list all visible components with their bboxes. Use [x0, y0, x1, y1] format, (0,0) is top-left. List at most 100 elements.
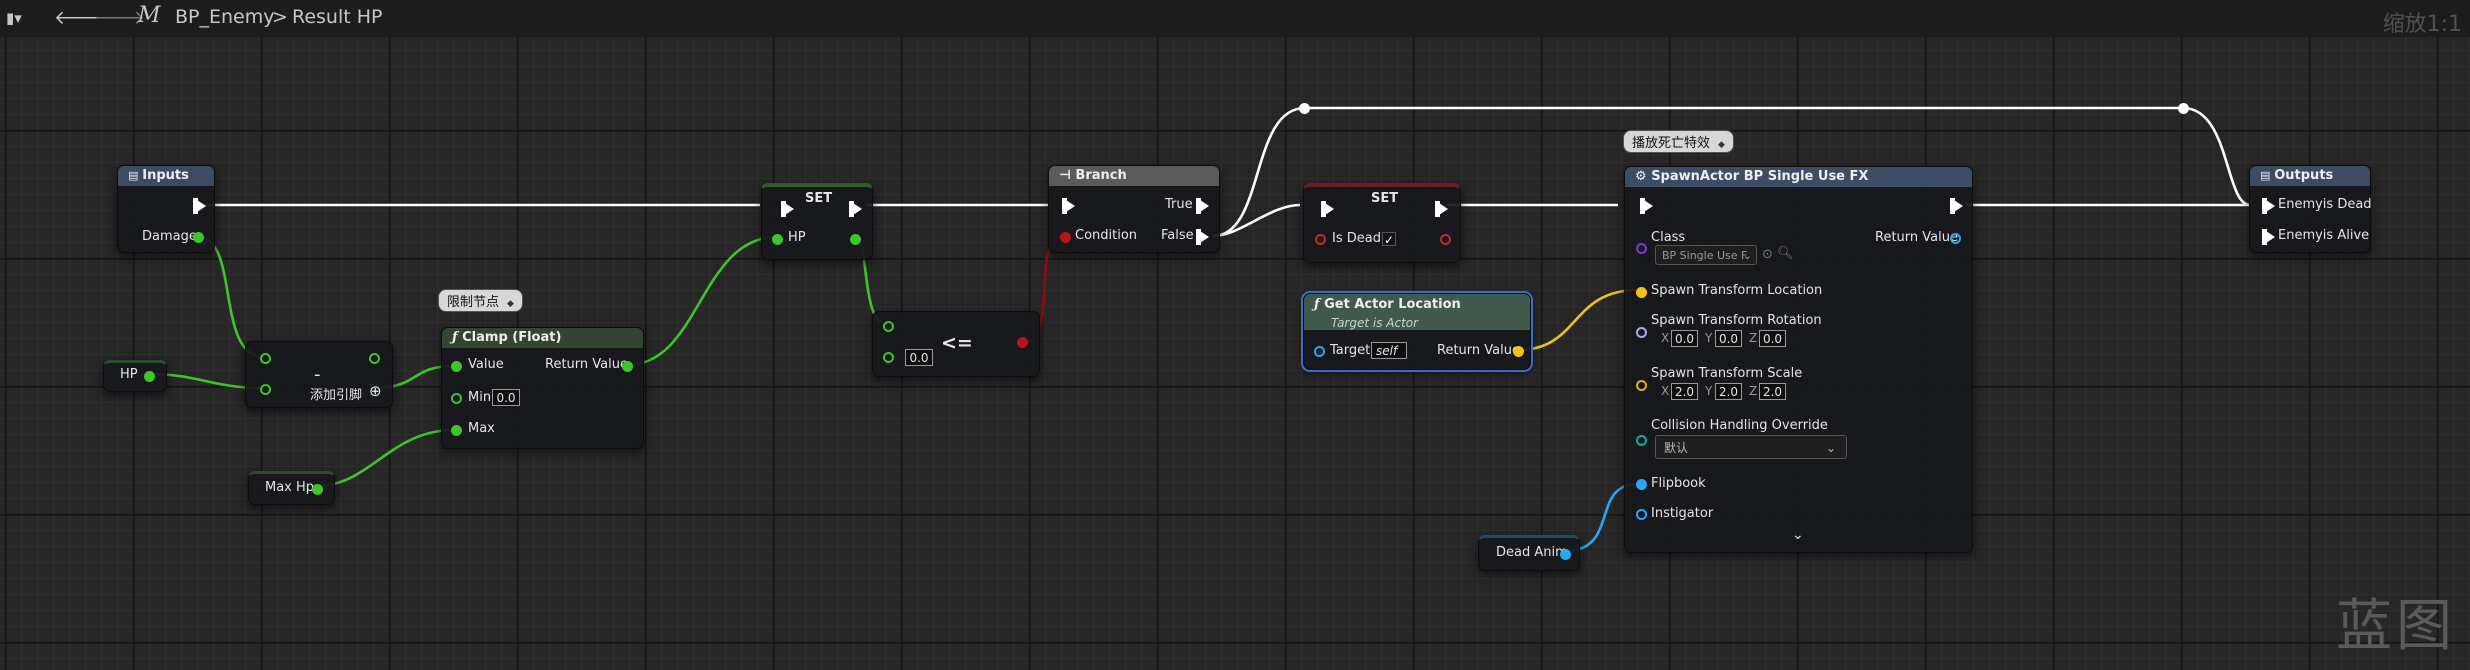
subtract-node[interactable]: - 添加引脚 ⊕ [245, 341, 393, 408]
subtract-input-a-pin[interactable] [260, 353, 271, 364]
outputs-node[interactable]: ▤ Outputs Enemyis Dead Enemyis Alive [2249, 165, 2372, 253]
class-label: Class [1651, 230, 1686, 245]
rotation-x-input[interactable]: 0.0 [1671, 330, 1698, 347]
spawn-rotation-label: Spawn Transform Rotation [1651, 313, 1822, 328]
comment-pin-icon[interactable]: ◆ [507, 299, 514, 309]
damage-pin[interactable] [193, 232, 204, 243]
scale-x-axis-label: X [1661, 384, 1670, 398]
exec-in-pin[interactable] [1321, 201, 1334, 217]
clamp-comment-bubble[interactable]: 限制节点 ◆ [438, 289, 523, 312]
target-pin[interactable] [1314, 346, 1325, 357]
reroute-node[interactable] [2178, 103, 2189, 114]
spawn-return-pin[interactable] [1950, 233, 1961, 244]
exec-in-pin[interactable] [1062, 198, 1075, 214]
add-pin-icon[interactable]: ⊕ [369, 382, 382, 400]
compare-input-b-pin[interactable] [883, 352, 894, 363]
spawn-comment-bubble[interactable]: 播放死亡特效 ◆ [1623, 130, 1734, 153]
get-actor-location-subtitle: Target is Actor [1331, 316, 1419, 330]
enemy-alive-label: Enemyis Alive [2278, 228, 2370, 243]
target-self-input[interactable]: self [1371, 342, 1407, 359]
is-dead-checkbox[interactable]: ✓ [1382, 232, 1396, 247]
branch-false-pin[interactable] [1196, 229, 1209, 245]
set-is-dead-node[interactable]: SET Is Dead ✓ [1303, 183, 1461, 263]
inputs-node-title: Inputs [142, 168, 189, 183]
max-hp-variable-node[interactable]: Max Hp [248, 471, 335, 505]
spawn-return-label: Return Value [1875, 230, 1958, 245]
exec-in-pin[interactable] [781, 201, 794, 217]
damage-pin-label: Damage [142, 229, 197, 244]
browse-search-icon[interactable]: 🔍︎ [1777, 246, 1794, 261]
subtract-output-pin[interactable] [369, 353, 380, 364]
scale-z-input[interactable]: 2.0 [1759, 383, 1786, 400]
branch-node[interactable]: ⊣ Branch True Condition False [1048, 165, 1220, 253]
spawn-actor-node[interactable]: ⚙ SpawnActor BP Single Use FX Class BP S… [1624, 166, 1973, 553]
scale-y-axis-label: Y [1705, 384, 1713, 398]
spawn-scale-pin[interactable] [1636, 380, 1647, 391]
comment-pin-icon[interactable]: ◆ [1718, 140, 1725, 150]
exec-out-pin[interactable] [1435, 201, 1448, 217]
scale-x-input[interactable]: 2.0 [1671, 383, 1698, 400]
spawn-location-pin[interactable] [1636, 287, 1647, 298]
scale-y-input[interactable]: 2.0 [1715, 383, 1742, 400]
rotation-y-input[interactable]: 0.0 [1715, 330, 1742, 347]
clamp-min-input[interactable]: 0.0 [492, 389, 520, 406]
get-actor-location-node[interactable]: ƒ Get Actor Location Target is Actor Tar… [1301, 291, 1533, 372]
compare-input-a-pin[interactable] [883, 321, 894, 332]
float-wire [626, 235, 778, 367]
class-dropdown-value: BP Single Use F [1662, 249, 1748, 262]
spawn-actor-header: ⚙ SpawnActor BP Single Use FX [1625, 167, 1972, 187]
exec-in-pin[interactable] [1640, 198, 1653, 214]
hp-variable-pin[interactable] [144, 371, 155, 382]
spawn-location-label: Spawn Transform Location [1651, 283, 1823, 298]
use-selected-icon[interactable]: ⊙ [1762, 247, 1773, 262]
collision-dropdown[interactable]: 默认 ⌄ [1655, 435, 1847, 459]
set-is-dead-title: SET [1371, 191, 1399, 206]
get-location-return-pin[interactable] [1513, 346, 1524, 357]
exec-out-pin[interactable] [849, 201, 862, 217]
dead-anim-pin[interactable] [1560, 549, 1571, 560]
set-hp-output-pin[interactable] [850, 234, 861, 245]
class-pin[interactable] [1636, 243, 1647, 254]
set-hp-node[interactable]: SET HP [761, 183, 873, 260]
hp-variable-node[interactable]: HP [103, 360, 167, 392]
branch-condition-label: Condition [1075, 228, 1138, 243]
clamp-value-pin[interactable] [451, 361, 462, 372]
enemy-alive-exec-pin[interactable] [2262, 229, 2275, 245]
rotation-x-axis-label: X [1661, 331, 1670, 345]
max-hp-variable-label: Max Hp [265, 480, 315, 495]
is-dead-input-pin[interactable] [1315, 234, 1326, 245]
max-hp-variable-pin[interactable] [312, 484, 323, 495]
set-hp-pin-label: HP [788, 230, 806, 245]
clamp-max-pin[interactable] [451, 425, 462, 436]
add-pin-label[interactable]: 添加引脚 [310, 384, 362, 403]
spawn-rotation-pin[interactable] [1636, 327, 1647, 338]
compare-output-pin[interactable] [1017, 337, 1028, 348]
rotation-z-axis-label: Z [1749, 331, 1758, 345]
instigator-pin[interactable] [1636, 509, 1647, 520]
compare-node[interactable]: 0.0 <= [872, 311, 1040, 377]
clamp-min-pin[interactable] [451, 393, 462, 404]
float-wire [197, 235, 265, 359]
enemy-dead-exec-pin[interactable] [2262, 198, 2275, 214]
wire-layer [147, 106, 2251, 553]
collision-pin[interactable] [1636, 435, 1647, 446]
clamp-return-pin[interactable] [622, 361, 633, 372]
class-dropdown[interactable]: BP Single Use F ⌄ [1655, 245, 1757, 265]
set-hp-input-pin[interactable] [772, 234, 783, 245]
branch-condition-pin[interactable] [1060, 232, 1071, 243]
subtract-input-b-pin[interactable] [260, 384, 271, 395]
expand-advanced-icon[interactable]: ⌄ [1792, 527, 1804, 543]
rotation-z-input[interactable]: 0.0 [1759, 330, 1786, 347]
is-dead-output-pin[interactable] [1440, 234, 1451, 245]
branch-true-pin[interactable] [1196, 198, 1209, 214]
inputs-node[interactable]: ▤ Inputs Damage [117, 165, 215, 253]
clamp-node[interactable]: ƒ Clamp (Float) Value Return Value Min 0… [441, 327, 644, 449]
collision-label: Collision Handling Override [1651, 418, 1828, 433]
compare-value-input[interactable]: 0.0 [905, 349, 933, 366]
dead-anim-variable-node[interactable]: Dead Anim [1478, 535, 1580, 571]
exec-out-pin[interactable] [1950, 198, 1963, 214]
flipbook-pin[interactable] [1636, 479, 1647, 490]
clamp-node-header: ƒ Clamp (Float) [442, 328, 643, 348]
reroute-node[interactable] [1299, 103, 1310, 114]
exec-out-pin[interactable] [193, 198, 206, 214]
